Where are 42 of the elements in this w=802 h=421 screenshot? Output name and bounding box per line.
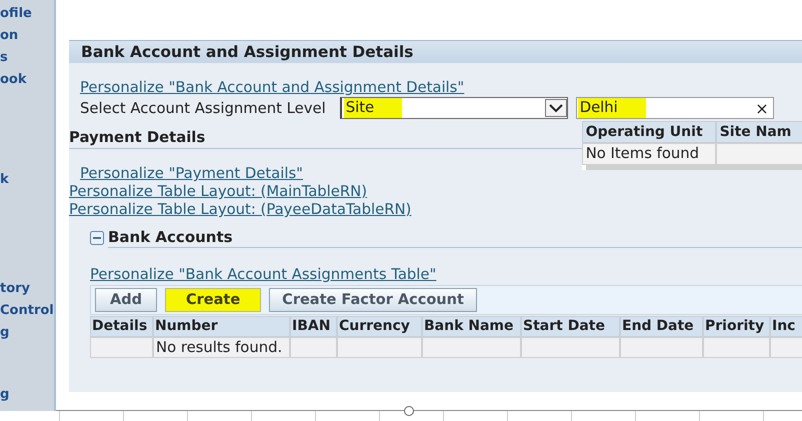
column-header: Inc	[770, 316, 802, 337]
column-header: Details	[90, 316, 153, 337]
sidebar-link[interactable]: on	[0, 25, 18, 47]
column-header: Operating Unit	[582, 121, 716, 143]
table-cell	[703, 337, 770, 358]
column-header: Start Date	[521, 316, 620, 337]
toolbar-button[interactable]: Create Factor Account	[269, 288, 477, 312]
select-field[interactable]: Site	[340, 97, 568, 119]
toolbar-button[interactable]: Create	[164, 288, 262, 312]
clear-button[interactable]: ×	[755, 98, 773, 118]
sidebar-link[interactable]: g	[0, 322, 10, 344]
section-header: Bank Account and Assignment Details	[69, 40, 802, 63]
sidebar-link[interactable]: ook	[0, 69, 27, 91]
ruler-handle[interactable]	[404, 406, 414, 416]
table-cell	[290, 337, 337, 358]
chevron-icon[interactable]	[544, 99, 567, 117]
sidebar-link[interactable]: s	[0, 47, 8, 69]
toolbar-button[interactable]: Add	[95, 288, 157, 312]
column-header: Number	[153, 316, 290, 337]
personalize-link[interactable]: Personalize Table Layout: (MainTableRN)	[69, 183, 368, 201]
sidebar-link[interactable]: ofile	[0, 3, 32, 25]
table-cell	[90, 337, 153, 358]
column-header: Priority	[703, 316, 770, 337]
personalize-link[interactable]: Personalize "Bank Account Assignments Table"	[90, 266, 802, 284]
column-header: IBAN	[290, 316, 337, 337]
personalize-link[interactable]: Personalize "Payment Details"	[80, 165, 303, 183]
sidebar-link[interactable]: Control	[0, 300, 54, 322]
sidebar-link[interactable]: k	[0, 169, 9, 191]
sidebar-link[interactable]: tory	[0, 278, 30, 300]
column-header: Site Nam	[716, 121, 802, 143]
table-cell: No Items found	[582, 143, 716, 165]
personalize-link[interactable]: Personalize "Bank Account and Assignment Details"	[80, 79, 802, 97]
column-header: End Date	[620, 316, 703, 337]
field-label: Select Account Assignment Level	[80, 99, 326, 119]
collapse-icon[interactable]	[90, 231, 104, 245]
column-header: Currency	[337, 316, 422, 337]
table-cell: No results found.	[153, 337, 290, 358]
input-field[interactable]: Delhi ×	[576, 97, 774, 119]
column-header: Bank Name	[422, 316, 521, 337]
personalize-link[interactable]: Personalize Table Layout: (PayeeDataTableRN)	[69, 201, 412, 219]
sidebar-link[interactable]: g	[0, 384, 10, 406]
section-heading: Bank Accounts	[108, 228, 802, 248]
